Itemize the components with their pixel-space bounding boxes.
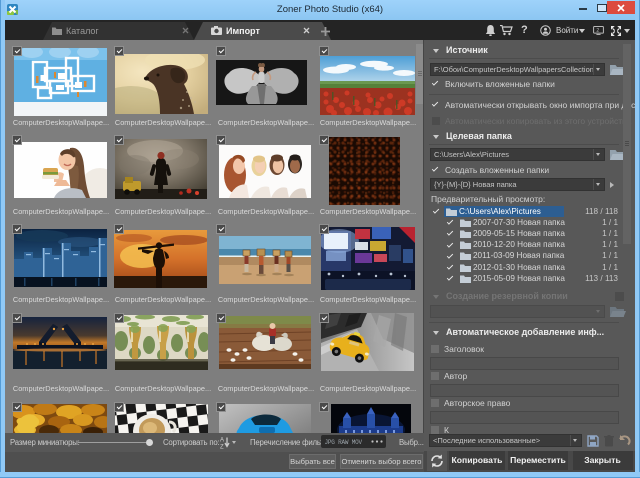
svg-text:2: 2 [596, 28, 599, 34]
svg-text:A: A [220, 437, 224, 443]
svg-text:Z: Z [220, 444, 224, 449]
